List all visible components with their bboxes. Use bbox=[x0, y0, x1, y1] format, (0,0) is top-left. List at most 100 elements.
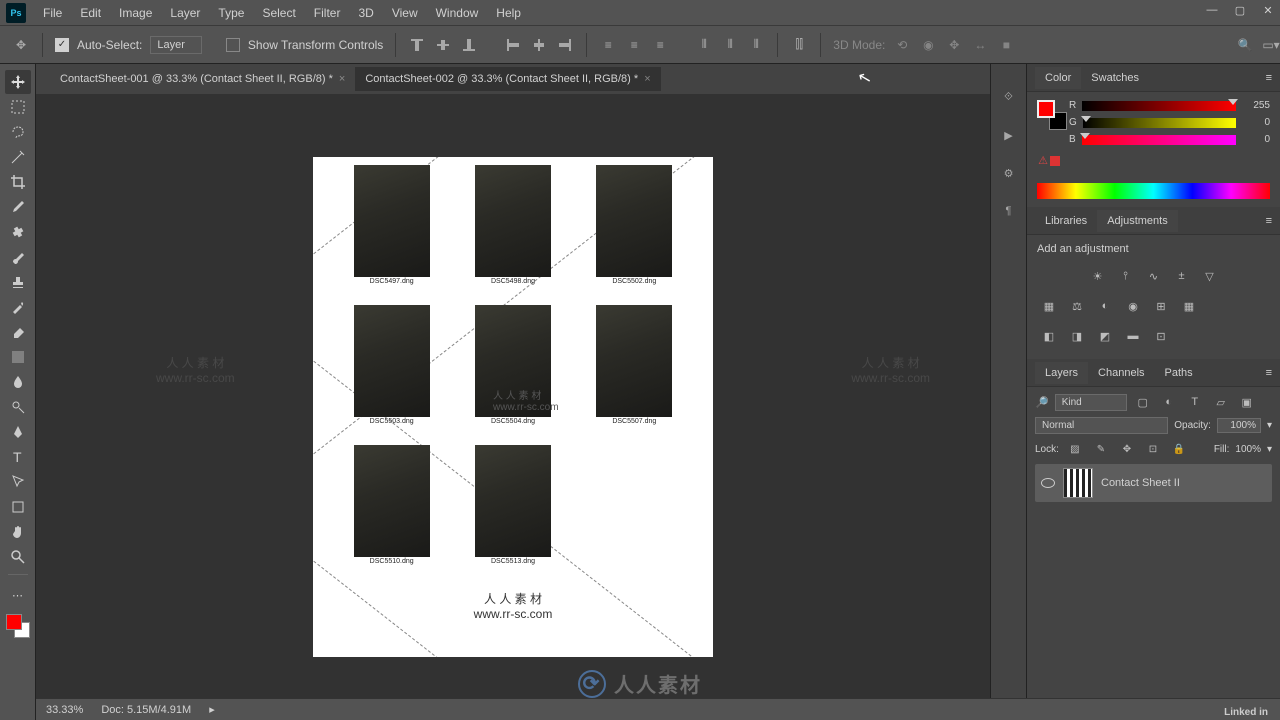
dodge-tool[interactable] bbox=[5, 395, 31, 419]
levels-icon[interactable]: ⫯ bbox=[1116, 267, 1136, 285]
chevron-right-icon[interactable]: ▸ bbox=[209, 703, 215, 716]
spectrum-bar[interactable] bbox=[1037, 183, 1270, 199]
zoom-tool[interactable] bbox=[5, 545, 31, 569]
history-icon[interactable]: ⟐ bbox=[1000, 88, 1018, 106]
brightness-icon[interactable]: ☀ bbox=[1088, 267, 1108, 285]
tab-adjustments[interactable]: Adjustments bbox=[1097, 210, 1178, 232]
rectangle-tool[interactable] bbox=[5, 495, 31, 519]
vibrance-icon[interactable]: ▽ bbox=[1200, 267, 1220, 285]
align-left-icon[interactable] bbox=[504, 36, 522, 54]
marquee-tool[interactable] bbox=[5, 95, 31, 119]
doc-tab-2[interactable]: ContactSheet-002 @ 33.3% (Contact Sheet … bbox=[355, 67, 660, 91]
menu-layer[interactable]: Layer bbox=[161, 2, 209, 24]
lock-image-icon[interactable]: ✎ bbox=[1091, 440, 1111, 458]
edit-toolbar-icon[interactable]: ⋯ bbox=[5, 583, 31, 607]
align-hcenter-icon[interactable] bbox=[530, 36, 548, 54]
color-lookup-icon[interactable]: ▦ bbox=[1179, 297, 1199, 315]
pen-tool[interactable] bbox=[5, 420, 31, 444]
maximize-icon[interactable]: ▢ bbox=[1232, 2, 1248, 18]
filter-pixel-icon[interactable]: ▢ bbox=[1133, 393, 1153, 411]
b-slider[interactable] bbox=[1082, 135, 1236, 145]
posterize-icon[interactable]: ◨ bbox=[1067, 327, 1087, 345]
threshold-icon[interactable]: ◩ bbox=[1095, 327, 1115, 345]
character-icon[interactable]: ¶ bbox=[1000, 202, 1018, 220]
zoom-value[interactable]: 33.33% bbox=[46, 704, 83, 716]
close-icon[interactable]: × bbox=[339, 73, 345, 85]
tab-color[interactable]: Color bbox=[1035, 67, 1081, 89]
align-vcenter-icon[interactable] bbox=[434, 36, 452, 54]
lock-all-icon[interactable]: 🔒 bbox=[1169, 440, 1189, 458]
lock-artboard-icon[interactable]: ⊡ bbox=[1143, 440, 1163, 458]
lock-position-icon[interactable]: ✥ bbox=[1117, 440, 1137, 458]
menu-edit[interactable]: Edit bbox=[71, 2, 110, 24]
selective-color-icon[interactable]: ⊡ bbox=[1151, 327, 1171, 345]
channel-mixer-icon[interactable]: ⊞ bbox=[1151, 297, 1171, 315]
eyedropper-tool[interactable] bbox=[5, 195, 31, 219]
tab-swatches[interactable]: Swatches bbox=[1081, 67, 1149, 89]
exposure-icon[interactable]: ± bbox=[1172, 267, 1192, 285]
filter-search-icon[interactable]: 🔎 bbox=[1035, 396, 1049, 409]
minimize-icon[interactable]: — bbox=[1204, 2, 1220, 18]
layer-row[interactable]: Contact Sheet II bbox=[1035, 464, 1272, 502]
chevron-down-icon[interactable]: ▾ bbox=[1267, 444, 1272, 455]
panel-menu-icon[interactable]: ≡ bbox=[1266, 367, 1280, 379]
lock-transparent-icon[interactable]: ▨ bbox=[1065, 440, 1085, 458]
healing-tool[interactable] bbox=[5, 220, 31, 244]
type-tool[interactable]: T bbox=[5, 445, 31, 469]
g-value[interactable]: 0 bbox=[1242, 117, 1270, 128]
invert-icon[interactable]: ◧ bbox=[1039, 327, 1059, 345]
foreground-swatch[interactable] bbox=[6, 614, 22, 630]
bw-icon[interactable]: ◐ bbox=[1095, 297, 1115, 315]
chevron-down-icon[interactable]: ▾ bbox=[1267, 420, 1272, 431]
r-slider[interactable] bbox=[1082, 101, 1236, 111]
filter-shape-icon[interactable]: ▱ bbox=[1211, 393, 1231, 411]
eraser-tool[interactable] bbox=[5, 320, 31, 344]
hue-icon[interactable]: ▦ bbox=[1039, 297, 1059, 315]
menu-select[interactable]: Select bbox=[253, 2, 304, 24]
doc-size[interactable]: Doc: 5.15M/4.91M bbox=[101, 704, 191, 716]
distribute-bottom-icon[interactable]: ≡ bbox=[651, 36, 669, 54]
distribute-vcenter-icon[interactable]: ≡ bbox=[625, 36, 643, 54]
hand-tool[interactable] bbox=[5, 520, 31, 544]
align-bottom-icon[interactable] bbox=[460, 36, 478, 54]
tab-paths[interactable]: Paths bbox=[1155, 362, 1203, 384]
history-brush-tool[interactable] bbox=[5, 295, 31, 319]
tab-libraries[interactable]: Libraries bbox=[1035, 210, 1097, 232]
colorbalance-icon[interactable]: ⚖ bbox=[1067, 297, 1087, 315]
document-canvas[interactable]: DSC5497.dng DSC5498.dng DSC5502.dng DSC5… bbox=[313, 157, 713, 657]
lasso-tool[interactable] bbox=[5, 120, 31, 144]
close-icon[interactable]: ✕ bbox=[1260, 2, 1276, 18]
menu-filter[interactable]: Filter bbox=[305, 2, 350, 24]
show-transform-checkbox[interactable] bbox=[226, 38, 240, 52]
menu-image[interactable]: Image bbox=[110, 2, 161, 24]
blur-tool[interactable] bbox=[5, 370, 31, 394]
layer-name[interactable]: Contact Sheet II bbox=[1101, 477, 1180, 489]
gradient-tool[interactable] bbox=[5, 345, 31, 369]
fill-value[interactable]: 100% bbox=[1235, 444, 1261, 455]
menu-3d[interactable]: 3D bbox=[349, 2, 382, 24]
layer-thumbnail[interactable] bbox=[1063, 468, 1093, 498]
filter-type-icon[interactable]: T bbox=[1185, 393, 1205, 411]
r-value[interactable]: 255 bbox=[1242, 100, 1270, 111]
gradient-map-icon[interactable]: ▬ bbox=[1123, 327, 1143, 345]
b-value[interactable]: 0 bbox=[1242, 134, 1270, 145]
menu-window[interactable]: Window bbox=[427, 2, 488, 24]
tab-channels[interactable]: Channels bbox=[1088, 362, 1154, 384]
menu-file[interactable]: File bbox=[34, 2, 71, 24]
tab-layers[interactable]: Layers bbox=[1035, 362, 1088, 384]
photo-filter-icon[interactable]: ◉ bbox=[1123, 297, 1143, 315]
actions-icon[interactable]: ▶ bbox=[1000, 126, 1018, 144]
distribute-hcenter-icon[interactable]: ⫴ bbox=[721, 36, 739, 54]
color-swatches[interactable] bbox=[6, 614, 30, 638]
auto-select-dropdown[interactable]: Layer bbox=[150, 36, 202, 54]
auto-select-checkbox[interactable]: ✓ bbox=[55, 38, 69, 52]
align-right-icon[interactable] bbox=[556, 36, 574, 54]
filter-smart-icon[interactable]: ▣ bbox=[1237, 393, 1257, 411]
distribute-top-icon[interactable]: ≡ bbox=[599, 36, 617, 54]
color-picker-swatch[interactable] bbox=[1037, 100, 1061, 124]
filter-type-dropdown[interactable]: Kind bbox=[1055, 394, 1127, 411]
crop-tool[interactable] bbox=[5, 170, 31, 194]
wand-tool[interactable] bbox=[5, 145, 31, 169]
search-icon[interactable]: 🔍 bbox=[1236, 36, 1254, 54]
properties-icon[interactable]: ⚙ bbox=[1000, 164, 1018, 182]
